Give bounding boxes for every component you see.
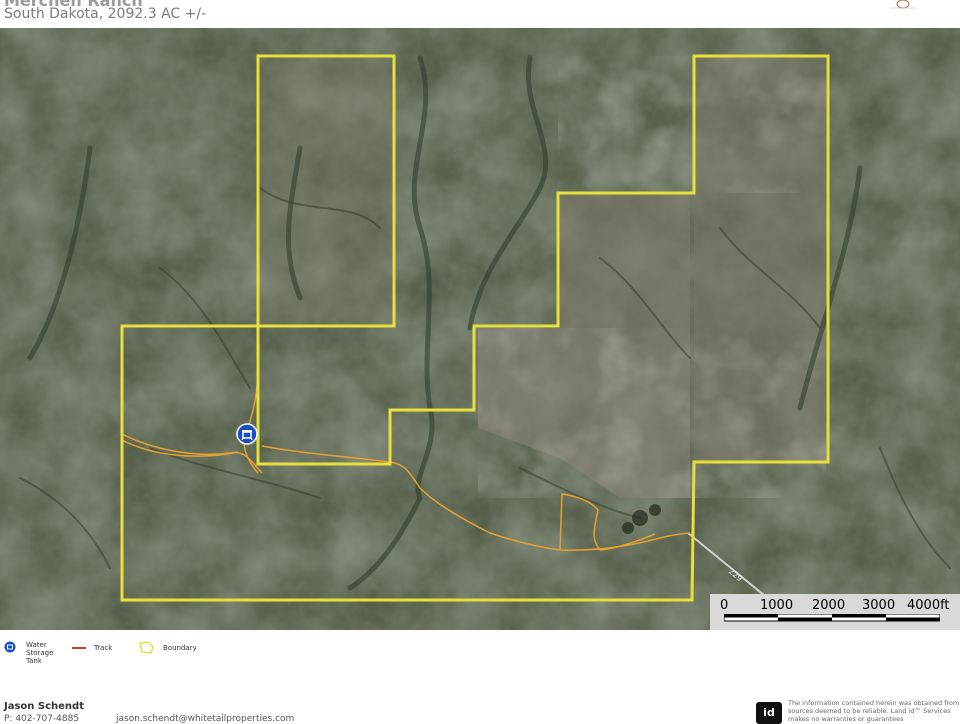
agent-name: Jason Schendt xyxy=(4,701,84,712)
legend-track-label: Track xyxy=(94,644,113,652)
scale-label-0: 0 xyxy=(720,598,729,613)
legend-water-tank-icon xyxy=(4,641,16,653)
legend-water-tank-label: Water Storage Tank xyxy=(26,641,54,665)
legend-track-swatch xyxy=(72,647,86,649)
scale-label-4000: 4000ft xyxy=(907,598,950,613)
legend-boundary-label: Boundary xyxy=(163,644,197,652)
satellite-imagery: 229 xyxy=(0,28,960,630)
satellite-map[interactable]: 229 0 1000 2000 3000 4000ft xyxy=(0,28,960,630)
water-storage-tank-icon[interactable] xyxy=(236,423,258,445)
agent-phone[interactable]: P: 402-707-4885 xyxy=(4,714,79,724)
brand-logo-icon xyxy=(890,0,916,9)
disclaimer-text: The information contained herein was obt… xyxy=(788,699,960,723)
map-header: Merchen Ranch South Dakota, 2092.3 AC +/… xyxy=(0,0,960,28)
scale-label-3000: 3000 xyxy=(862,598,896,613)
page-footer: Jason Schendt P: 402-707-4885 jason.sche… xyxy=(0,696,960,724)
scale-ruler xyxy=(724,614,940,622)
property-subtitle: South Dakota, 2092.3 AC +/- xyxy=(4,6,207,22)
map-legend: Water Storage Tank Track Boundary xyxy=(0,636,960,666)
legend-boundary-swatch xyxy=(139,641,154,654)
scale-label-2000: 2000 xyxy=(812,598,846,613)
scale-label-1000: 1000 xyxy=(760,598,794,613)
land-id-logo: id xyxy=(756,702,782,724)
agent-email[interactable]: jason.schendt@whitetailproperties.com xyxy=(116,714,294,724)
scale-bar: 0 1000 2000 3000 4000ft xyxy=(710,594,960,630)
